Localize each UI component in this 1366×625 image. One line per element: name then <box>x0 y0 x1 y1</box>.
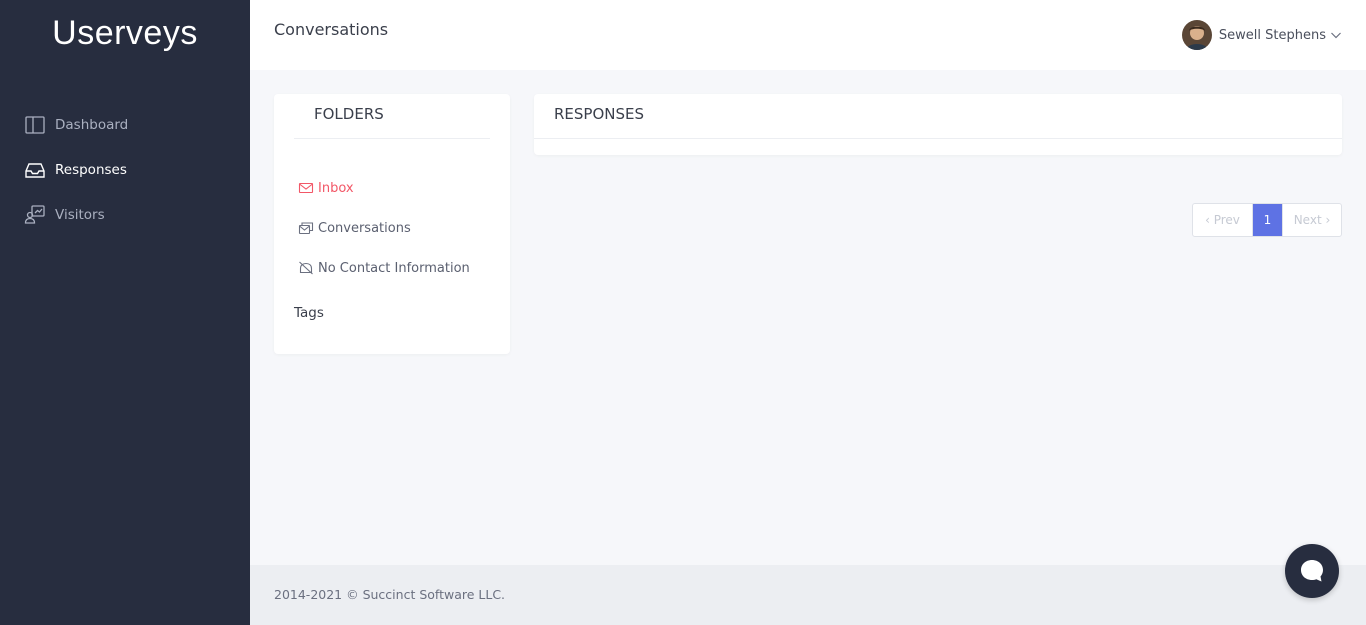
user-name: Sewell Stephens <box>1218 27 1326 43</box>
sidebar-nav: Dashboard Responses Visitors <box>0 102 250 237</box>
page-title: Conversations <box>274 20 389 39</box>
tags-label: Tags <box>294 305 324 321</box>
sidebar-item-label: Visitors <box>55 206 105 223</box>
folder-item-no-contact[interactable]: No Contact Information <box>298 248 498 288</box>
envelope-icon <box>298 180 314 196</box>
logo[interactable]: Userveys <box>0 14 250 53</box>
sidebar-item-dashboard[interactable]: Dashboard <box>0 102 250 147</box>
chat-launcher-button[interactable] <box>1285 544 1339 598</box>
columns-icon <box>24 114 46 136</box>
folder-item-label: Conversations <box>318 220 411 236</box>
sidebar-item-visitors[interactable]: Visitors <box>0 192 250 237</box>
page-1-button[interactable]: 1 <box>1253 204 1282 236</box>
footer: 2014-2021 © Succinct Software LLC. <box>250 565 1366 625</box>
sidebar: Userveys Dashboard Responses Visitors <box>0 0 250 625</box>
top-bar: Conversations Sewell Stephens <box>250 0 1366 70</box>
folder-item-label: No Contact Information <box>318 260 470 276</box>
folder-list: Inbox Conversations No Contact Informati… <box>298 168 498 288</box>
user-menu[interactable]: Sewell Stephens <box>1181 20 1342 50</box>
pagination: ‹ Prev 1 Next › <box>1192 203 1342 237</box>
sidebar-item-responses[interactable]: Responses <box>0 147 250 192</box>
responses-title: RESPONSES <box>554 105 645 123</box>
sidebar-item-label: Dashboard <box>55 116 129 133</box>
inbox-icon <box>24 159 46 181</box>
folder-item-conversations[interactable]: Conversations <box>298 208 498 248</box>
prev-page-button[interactable]: ‹ Prev <box>1193 204 1253 236</box>
conversations-icon <box>298 220 314 236</box>
folder-item-label: Inbox <box>318 180 354 196</box>
responses-card: RESPONSES <box>534 94 1342 155</box>
copyright: 2014-2021 © Succinct Software LLC. <box>274 587 506 602</box>
divider <box>294 138 490 139</box>
folders-card: FOLDERS Inbox Conversations No Contact I… <box>274 94 510 354</box>
visitors-icon <box>24 204 46 226</box>
chevron-down-icon <box>1330 26 1342 45</box>
folders-title: FOLDERS <box>314 105 384 123</box>
next-page-button[interactable]: Next › <box>1282 204 1341 236</box>
chat-bubble-icon <box>1299 558 1325 584</box>
divider <box>534 138 1342 139</box>
avatar <box>1181 20 1212 50</box>
sidebar-item-label: Responses <box>55 161 127 178</box>
no-contact-icon <box>298 260 314 276</box>
folder-item-inbox[interactable]: Inbox <box>298 168 498 208</box>
